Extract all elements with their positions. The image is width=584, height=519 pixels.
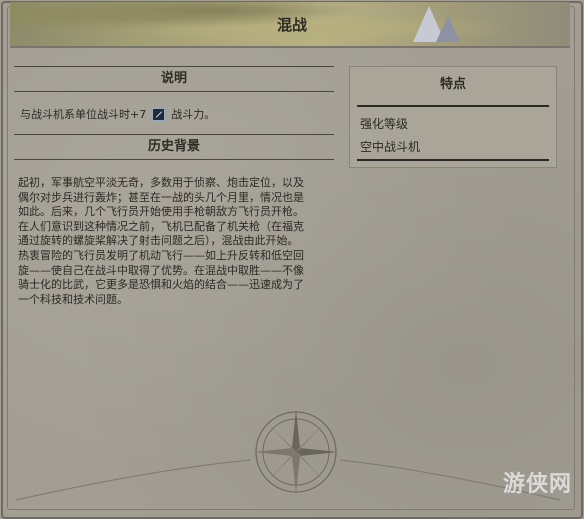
map-decoration-lines	[15, 459, 561, 501]
watermark-logo: 游侠网	[502, 472, 572, 497]
